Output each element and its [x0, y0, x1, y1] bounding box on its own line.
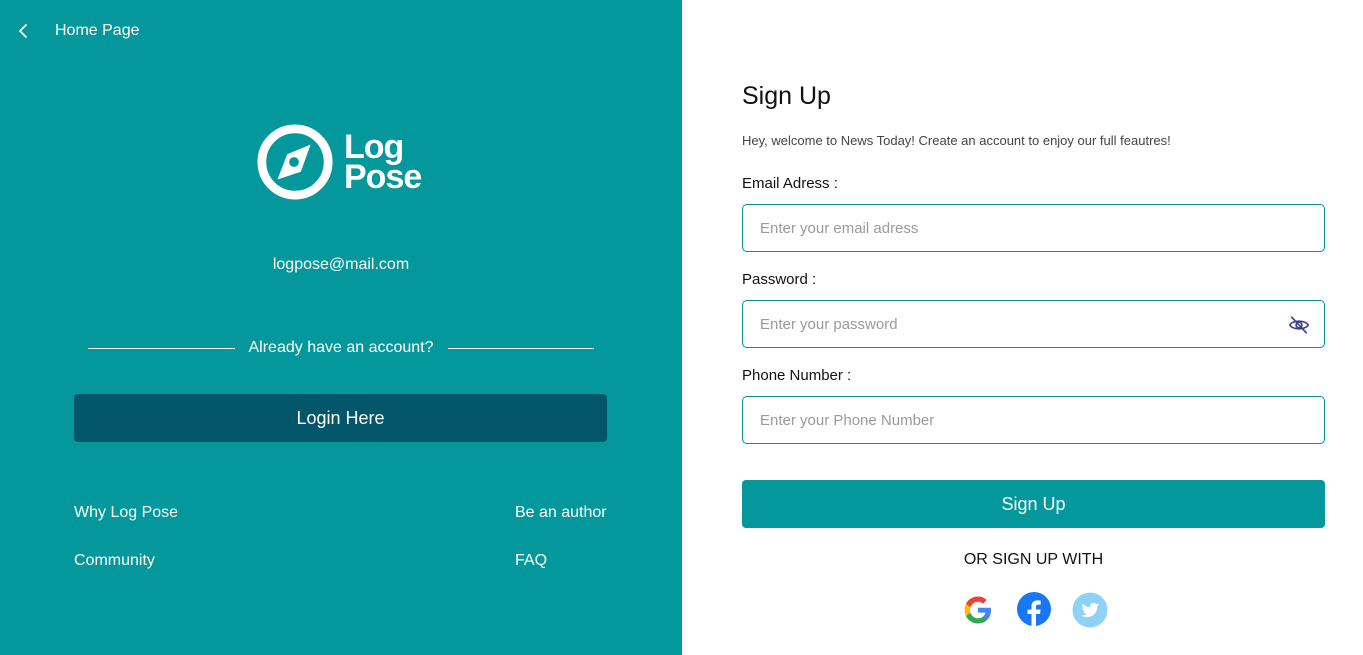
back-home-link[interactable]: Home Page — [14, 20, 140, 42]
password-label: Password : — [742, 271, 817, 288]
account-divider: Already have an account? — [88, 339, 595, 357]
link-why-log-pose[interactable]: Why Log Pose — [74, 504, 178, 522]
form-title: Sign Up — [742, 82, 831, 110]
password-field-box — [742, 300, 1325, 348]
divider-line-left — [88, 347, 235, 349]
signup-button[interactable]: Sign Up — [742, 480, 1325, 528]
facebook-icon[interactable] — [1016, 592, 1052, 628]
or-signup-with: OR SIGN UP WITH — [963, 551, 1104, 568]
back-home-label: Home Page — [55, 22, 140, 39]
phone-label: Phone Number : — [742, 367, 852, 384]
contact-email: logpose@mail.com — [272, 256, 410, 273]
left-panel: Home Page Log Pose logpose@mail.com Alre… — [0, 0, 682, 655]
email-field[interactable] — [743, 205, 1324, 251]
email-field-box — [742, 204, 1325, 252]
divider-line-right — [447, 347, 595, 349]
compass-icon — [257, 124, 333, 200]
google-icon[interactable] — [960, 592, 996, 628]
chevron-left-icon — [19, 24, 27, 38]
login-button[interactable]: Login Here — [74, 394, 607, 442]
brand-line-2: Pose — [344, 158, 422, 196]
signup-form: Sign Up Hey, welcome to News Today! Crea… — [682, 0, 1363, 655]
password-field[interactable] — [743, 301, 1324, 347]
brand-wordmark: Log Pose — [344, 130, 422, 196]
twitter-icon[interactable] — [1072, 592, 1108, 628]
form-subtitle: Hey, welcome to News Today! Create an ac… — [742, 133, 1171, 148]
divider-text: Already have an account? — [248, 339, 434, 356]
link-faq[interactable]: FAQ — [515, 552, 547, 570]
email-label: Email Adress : — [742, 175, 838, 192]
brand-logo: Log Pose — [256, 122, 422, 202]
eye-off-icon[interactable] — [1288, 314, 1310, 336]
phone-field-box — [742, 396, 1325, 444]
phone-field[interactable] — [743, 397, 1324, 443]
link-be-an-author[interactable]: Be an author — [515, 504, 607, 522]
social-signup-row — [960, 592, 1108, 628]
link-community[interactable]: Community — [74, 552, 155, 570]
